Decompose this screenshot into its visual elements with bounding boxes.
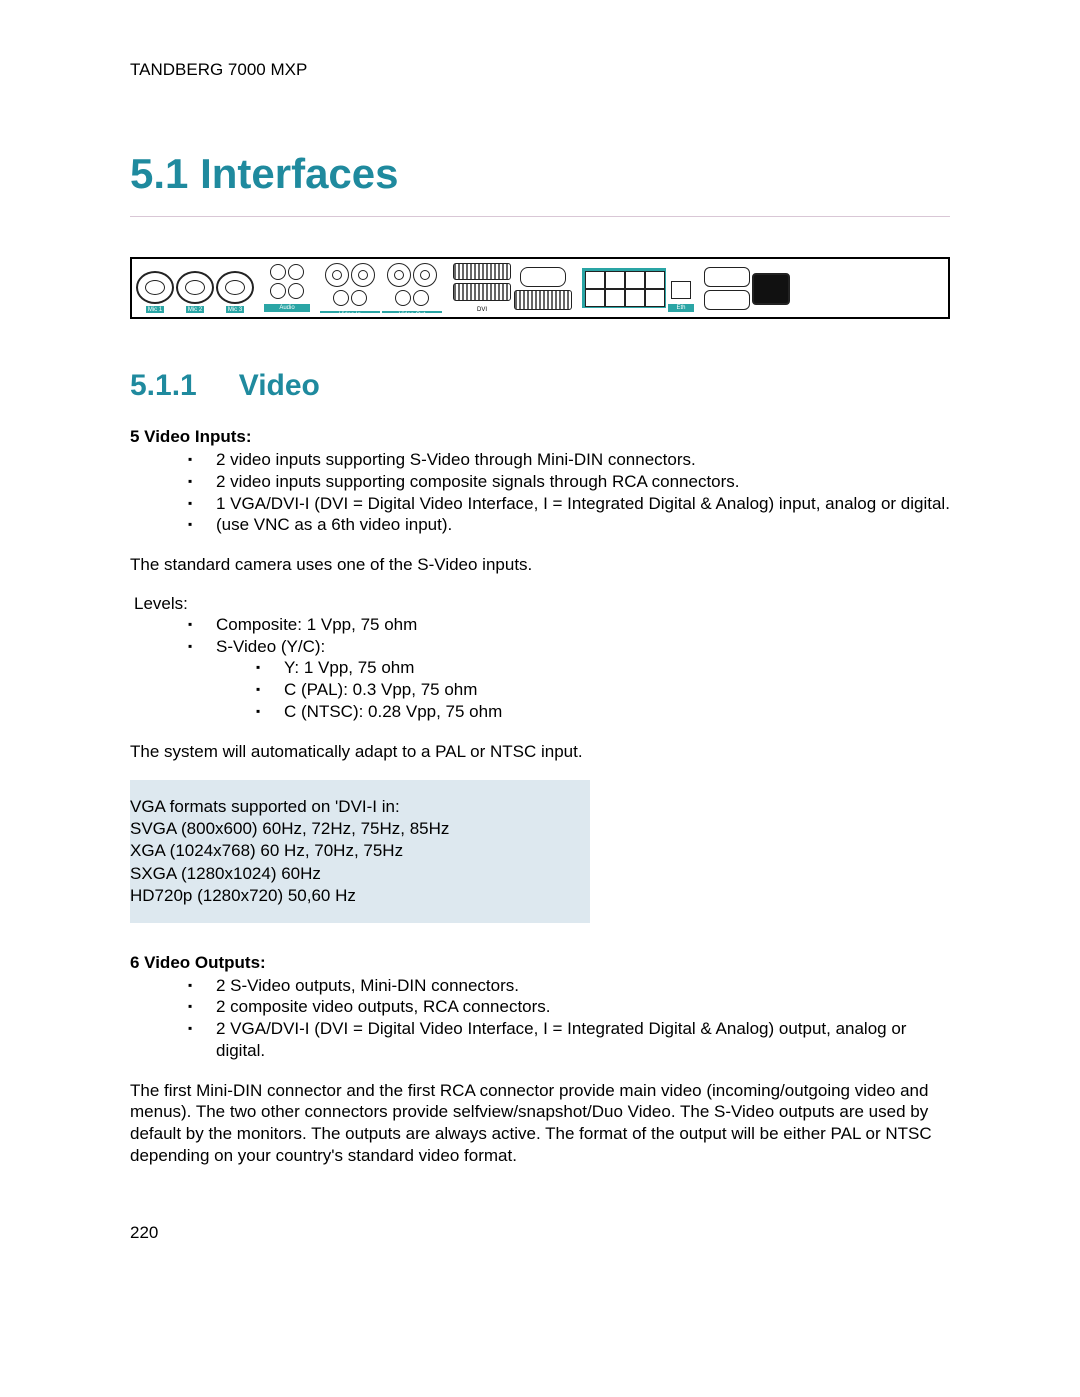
subsection-number: 5.1.1 <box>130 369 197 403</box>
list-item: C (NTSC): 0.28 Vpp, 75 ohm <box>256 701 950 723</box>
dvi-port-icon <box>453 283 511 300</box>
dvi-port-icon <box>453 263 511 280</box>
rca-port-icon <box>270 283 286 299</box>
svideo-sublist: Y: 1 Vpp, 75 ohm C (PAL): 0.3 Vpp, 75 oh… <box>216 657 950 722</box>
rca-port-icon <box>395 290 411 306</box>
video-inputs-list: 2 video inputs supporting S-Video throug… <box>130 449 950 536</box>
minidin-port-icon <box>325 263 349 287</box>
list-item: Y: 1 Vpp, 75 ohm <box>256 657 950 679</box>
xlr-port-icon <box>136 271 174 304</box>
rca-port-icon <box>413 290 429 306</box>
document-header: TANDBERG 7000 MXP <box>130 60 950 80</box>
dvi-port-icon <box>514 290 572 310</box>
page-number: 220 <box>130 1223 950 1243</box>
list-item: (use VNC as a 6th video input). <box>188 514 950 536</box>
vga-line: SXGA (1280x1024) 60Hz <box>130 863 590 885</box>
vga-port-icon <box>520 267 566 287</box>
levels-list: Composite: 1 Vpp, 75 ohm S-Video (Y/C): … <box>130 614 950 723</box>
xlr-port-icon <box>176 271 214 304</box>
rca-port-icon <box>270 264 286 280</box>
divider <box>130 216 950 217</box>
minidin-port-icon <box>413 263 437 287</box>
list-item: 2 video inputs supporting composite sign… <box>188 471 950 493</box>
isdn-ports-icon <box>582 268 666 308</box>
list-item: 2 composite video outputs, RCA connector… <box>188 996 950 1018</box>
list-item-text: S-Video (Y/C): <box>216 637 325 656</box>
minidin-port-icon <box>387 263 411 287</box>
rca-port-icon <box>351 290 367 306</box>
serial-port-icon <box>704 290 750 310</box>
camera-note: The standard camera uses one of the S-Vi… <box>130 554 950 576</box>
rca-port-icon <box>333 290 349 306</box>
video-outputs-heading: 6 Video Outputs: <box>130 953 950 973</box>
levels-label: Levels: <box>134 594 950 614</box>
device-rear-panel-diagram: Mic 1 Mic 2 Mic 3 Audio Video In Video O… <box>130 257 950 319</box>
section-name: Interfaces <box>200 150 398 197</box>
subsection-title: 5.1.1 Video <box>130 369 950 403</box>
section-title: 5.1 Interfaces <box>130 150 950 198</box>
power-port-icon <box>752 273 790 305</box>
subsection-name: Video <box>239 369 320 402</box>
serial-port-icon <box>704 267 750 287</box>
vga-formats-box: VGA formats supported on 'DVI-I in: SVGA… <box>130 780 590 922</box>
vga-line: XGA (1024x768) 60 Hz, 70Hz, 75Hz <box>130 840 590 862</box>
list-item: S-Video (Y/C): Y: 1 Vpp, 75 ohm C (PAL):… <box>188 636 950 723</box>
vga-line: SVGA (800x600) 60Hz, 72Hz, 75Hz, 85Hz <box>130 818 590 840</box>
minidin-port-icon <box>351 263 375 287</box>
video-inputs-heading: 5 Video Inputs: <box>130 427 950 447</box>
outputs-paragraph: The first Mini-DIN connector and the fir… <box>130 1080 950 1167</box>
vga-line: HD720p (1280x720) 50,60 Hz <box>130 885 590 907</box>
xlr-port-icon <box>216 271 254 304</box>
list-item: 2 video inputs supporting S-Video throug… <box>188 449 950 471</box>
pal-ntsc-note: The system will automatically adapt to a… <box>130 741 950 763</box>
list-item: C (PAL): 0.3 Vpp, 75 ohm <box>256 679 950 701</box>
list-item: Composite: 1 Vpp, 75 ohm <box>188 614 950 636</box>
list-item: 2 S-Video outputs, Mini-DIN connectors. <box>188 975 950 997</box>
section-number: 5.1 <box>130 150 188 197</box>
list-item: 1 VGA/DVI-I (DVI = Digital Video Interfa… <box>188 493 950 515</box>
rca-port-icon <box>288 264 304 280</box>
video-outputs-list: 2 S-Video outputs, Mini-DIN connectors. … <box>130 975 950 1062</box>
rca-port-icon <box>288 283 304 299</box>
list-item: 2 VGA/DVI-I (DVI = Digital Video Interfa… <box>188 1018 950 1062</box>
ethernet-port-icon <box>671 281 691 299</box>
vga-line: VGA formats supported on 'DVI-I in: <box>130 796 590 818</box>
